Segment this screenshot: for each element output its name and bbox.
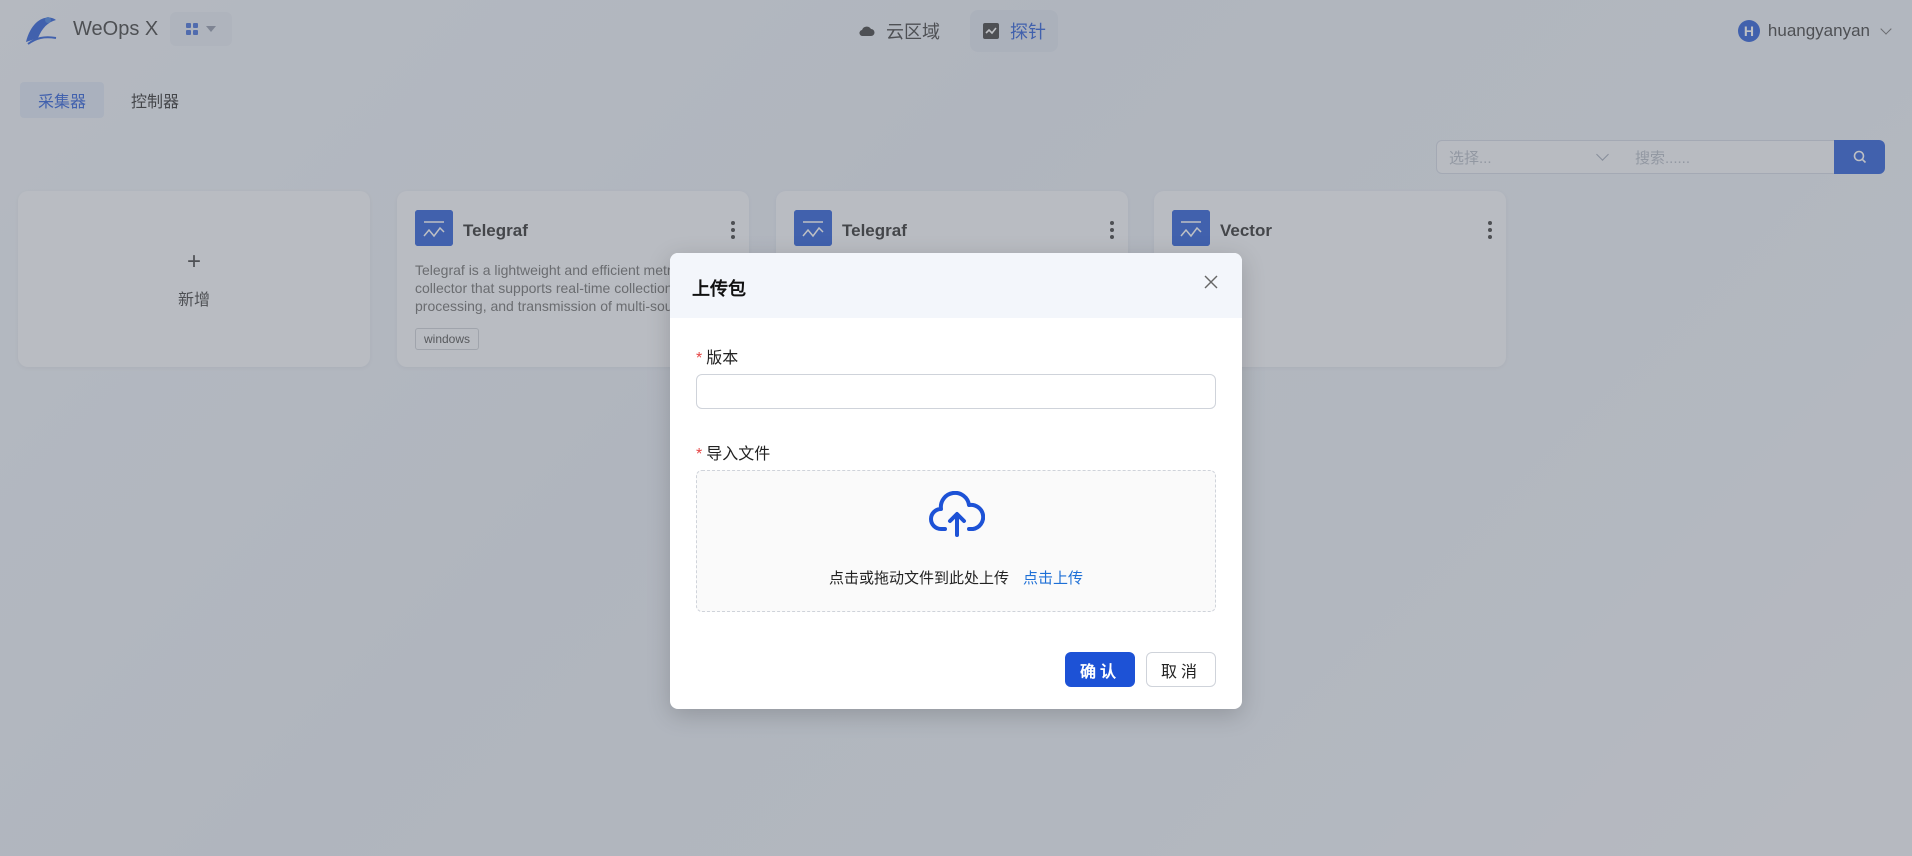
close-icon[interactable] bbox=[1202, 273, 1220, 291]
cloud-upload-icon bbox=[929, 491, 985, 537]
modal-title: 上传包 bbox=[692, 279, 746, 299]
file-label: * 导入文件 bbox=[696, 446, 771, 463]
modal-header: 上传包 bbox=[670, 253, 1242, 318]
dropzone-text: 点击或拖动文件到此处上传 点击上传 bbox=[828, 570, 1084, 587]
required-mark: * bbox=[696, 350, 703, 367]
file-dropzone[interactable]: 点击或拖动文件到此处上传 点击上传 bbox=[696, 470, 1216, 612]
upload-package-modal: 上传包 * 版本 * 导入文件 点击或拖动文件到此处上传 点击上传 确认 取消 bbox=[670, 253, 1242, 709]
confirm-button[interactable]: 确认 bbox=[1065, 652, 1135, 687]
version-input[interactable] bbox=[696, 374, 1216, 409]
version-label: * 版本 bbox=[696, 350, 739, 367]
cancel-button[interactable]: 取消 bbox=[1146, 652, 1216, 687]
upload-link[interactable]: 点击上传 bbox=[1023, 570, 1083, 587]
required-mark: * bbox=[696, 446, 703, 463]
